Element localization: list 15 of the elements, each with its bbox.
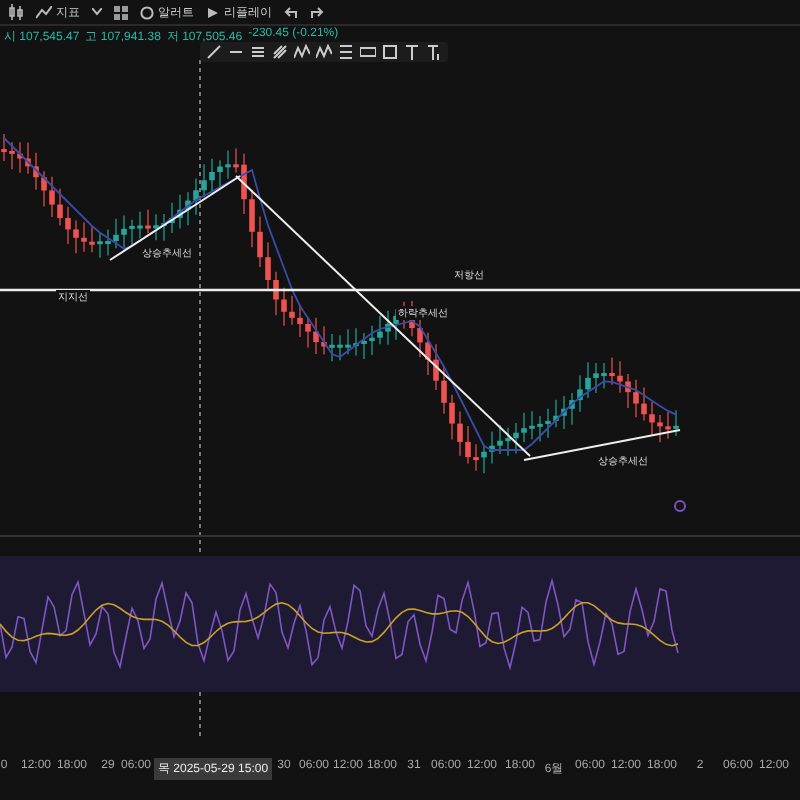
marker-icon[interactable]: [674, 500, 686, 512]
rectangle-icon[interactable]: [382, 44, 398, 60]
text-icon[interactable]: [404, 44, 420, 60]
circle-icon: [140, 5, 154, 19]
grid-icon[interactable]: [114, 5, 128, 19]
trend-chart-icon: [36, 5, 52, 19]
range-icon[interactable]: [338, 44, 354, 60]
play-icon: [206, 5, 220, 19]
redo-icon[interactable]: [310, 6, 324, 18]
ruler-icon[interactable]: [360, 44, 376, 60]
undo-icon[interactable]: [284, 6, 298, 18]
candle-icon[interactable]: [8, 4, 24, 20]
trend-line-icon[interactable]: [206, 44, 222, 60]
text-icon[interactable]: [426, 44, 442, 60]
chevron-down-icon[interactable]: [92, 8, 102, 16]
